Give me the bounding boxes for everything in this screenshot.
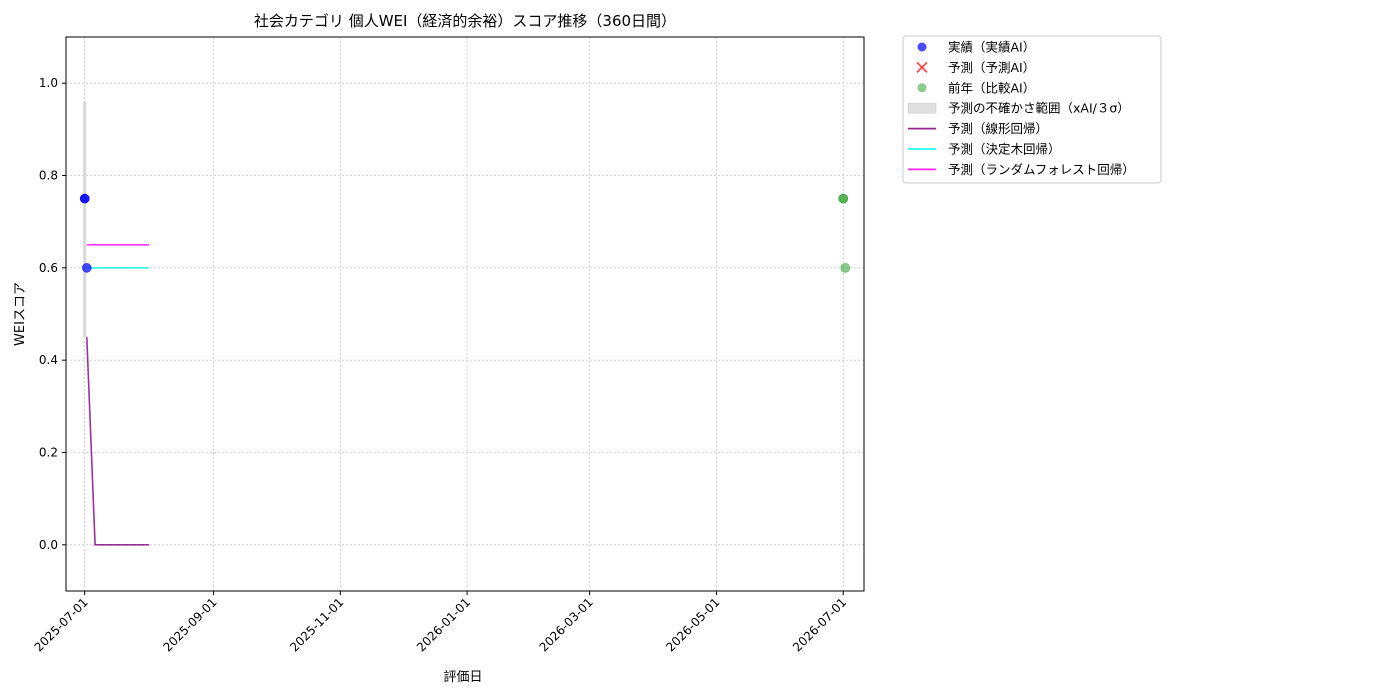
- legend-label: 前年（比較AI）: [948, 80, 1035, 95]
- scatter-points-layer: [79, 193, 851, 273]
- scatter-point: [81, 263, 92, 273]
- y-tick-label: 0.6: [39, 261, 58, 275]
- uncertainty-band: [83, 101, 87, 338]
- scatter-point: [79, 193, 90, 204]
- y-axis: 0.0 0.2 0.4 0.6 0.8 1.0: [39, 76, 66, 552]
- x-tick-label: 2026-07-01: [790, 595, 849, 654]
- prediction-lines-layer: [86, 244, 150, 546]
- legend-label: 予測（ランダムフォレスト回帰）: [948, 162, 1135, 177]
- y-axis-label: WEIスコア: [13, 282, 28, 346]
- y-tick-label: 0.4: [39, 353, 58, 367]
- x-axis-label: 評価日: [443, 670, 482, 685]
- legend-marker: [917, 83, 927, 93]
- legend-label: 予測（線形回帰）: [948, 121, 1048, 136]
- y-tick-label: 0.0: [39, 538, 58, 552]
- legend-band-swatch: [907, 102, 937, 114]
- y-tick-label: 0.2: [39, 446, 58, 460]
- legend-label: 予測の不確かさ範囲（xAI/３σ）: [948, 101, 1130, 116]
- plot-frame: [65, 36, 865, 592]
- series-line: [86, 337, 150, 546]
- legend-label: 予測（予測AI）: [948, 60, 1035, 75]
- y-tick-label: 0.8: [39, 169, 58, 183]
- x-tick-label: 2025-09-01: [160, 595, 219, 654]
- chart: 社会カテゴリ 個人WEI（経済的余裕）スコア推移（360日間） 2025-07-…: [13, 12, 1162, 685]
- chart-title: 社会カテゴリ 個人WEI（経済的余裕）スコア推移（360日間）: [254, 12, 676, 30]
- legend: 実績（実績AI） 予測（予測AI） 前年（比較AI） 予測の不確かさ範囲（xAI/３σ…: [902, 35, 1162, 184]
- x-tick-label: 2026-01-01: [414, 595, 473, 654]
- grid: [66, 37, 864, 591]
- x-tick-label: 2025-07-01: [32, 595, 91, 654]
- legend-label: 実績（実績AI）: [948, 40, 1035, 55]
- x-axis: 2025-07-01 2025-09-01 2025-11-01 2026-01-01…: [32, 591, 849, 654]
- x-tick-label: 2025-11-01: [287, 595, 346, 654]
- x-tick-label: 2026-03-01: [537, 595, 596, 654]
- x-tick-label: 2026-05-01: [663, 595, 722, 654]
- uncertainty-band-layer: [83, 101, 87, 338]
- legend-marker: [917, 42, 927, 52]
- scatter-point: [838, 193, 849, 204]
- scatter-point: [840, 263, 851, 273]
- legend-label: 予測（決定木回帰）: [948, 142, 1061, 157]
- y-tick-label: 1.0: [39, 76, 58, 90]
